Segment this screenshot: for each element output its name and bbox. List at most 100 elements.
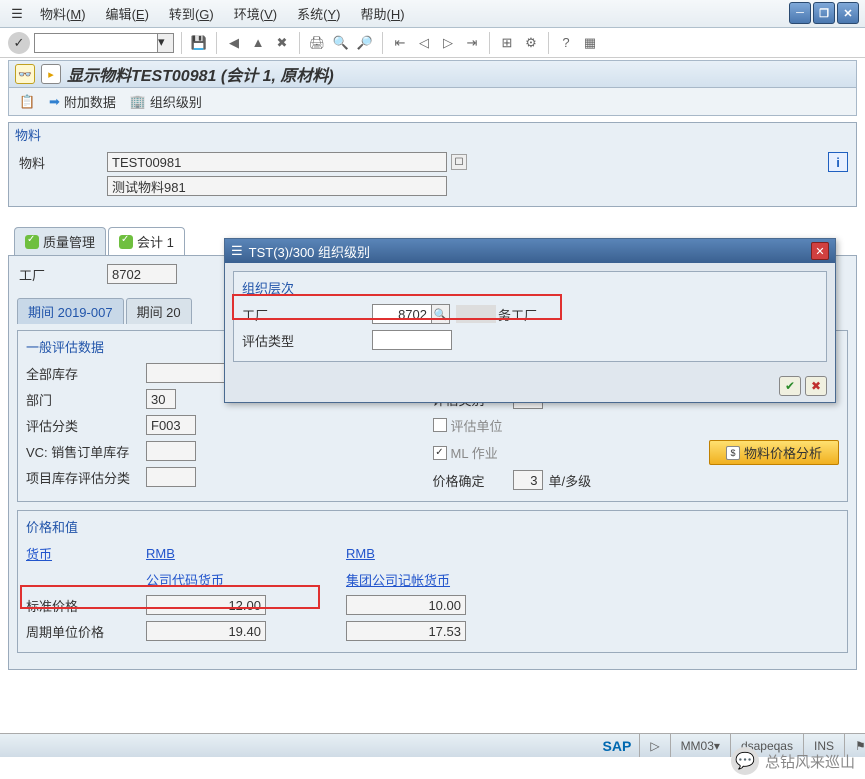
menu-help[interactable]: 帮助(H) [351, 1, 415, 26]
period-price-1-field: 19.40 [146, 621, 266, 641]
price-det-text: 单/多级 [549, 471, 592, 490]
total-stock-label: 全部库存 [26, 364, 146, 383]
main-toolbar: ✓ ▾ 💾 ◀ ▲ ✖ 🖨 🔍 🔎 ⇤ ◁ ▷ ⇥ ⊞ ⚙ ? ▦ [0, 28, 865, 58]
sub-toolbar: 📋 ➡附加数据 🏢组织级别 [8, 88, 857, 116]
command-field[interactable]: ▾ [34, 33, 174, 53]
dialog-cancel-button[interactable]: ✖ [805, 376, 827, 396]
wechat-watermark: 💬 总钻风来巡山 [731, 747, 855, 775]
find-icon[interactable]: 🔍 [331, 33, 351, 53]
dept-label: 部门 [26, 390, 146, 409]
group-currency-link[interactable]: 集团公司记帐货币 [346, 570, 496, 589]
price-title: 价格和值 [26, 517, 839, 536]
last-page-icon[interactable]: ⇥ [462, 33, 482, 53]
menu-material[interactable]: 物料(M) [30, 1, 96, 26]
find-next-icon[interactable]: 🔎 [355, 33, 375, 53]
val-unit-label: 评估单位 [451, 416, 503, 435]
period-price-label: 周期单位价格 [26, 622, 146, 641]
exit-icon[interactable]: ▲ [248, 33, 268, 53]
dialog-plant-desc: 务工厂 [498, 305, 537, 324]
company-currency-link[interactable]: 公司代码货币 [146, 570, 296, 589]
org-level-dialog: ☰ TST(3)/300 组织级别 ✕ 组织层次 工厂 8702 🔍 务工厂 评… [224, 238, 836, 403]
dialog-title: TST(3)/300 组织级别 [249, 242, 370, 261]
val-unit-checkbox [433, 418, 447, 432]
dialog-header: ☰ TST(3)/300 组织级别 ✕ [225, 239, 835, 263]
price-analysis-icon: $ [726, 446, 740, 460]
material-groupbox: 物料 物料 TEST00981 ☐ i 测试物料981 [8, 122, 857, 207]
dialog-plant-field[interactable]: 8702 [372, 304, 432, 324]
next-page-icon[interactable]: ▷ [438, 33, 458, 53]
std-price-2-field: 10.00 [346, 595, 466, 615]
dialog-plant-search-icon[interactable]: 🔍 [432, 304, 450, 324]
window-minimize-button[interactable]: ─ [789, 2, 811, 24]
help-icon[interactable]: ? [556, 33, 576, 53]
vc-sales-stock-label: VC: 销售订单库存 [26, 442, 146, 461]
menu-system[interactable]: 系统(Y) [287, 1, 350, 26]
dialog-valtype-field[interactable] [372, 330, 452, 350]
shortcut-icon[interactable]: ⚙ [521, 33, 541, 53]
tab-accounting1[interactable]: 会计 1 [108, 227, 185, 255]
val-class-field: F003 [146, 415, 196, 435]
proj-stock-val-label: 项目库存评估分类 [26, 468, 146, 487]
print-icon[interactable]: 🖨 [307, 33, 327, 53]
period-tab-2[interactable]: 期间 20 [126, 298, 192, 324]
menu-env[interactable]: 环境(V) [224, 1, 287, 26]
org-level-button[interactable]: 🏢组织级别 [126, 90, 206, 113]
material-desc-field[interactable]: 测试物料981 [107, 176, 447, 196]
dialog-plant-label: 工厂 [242, 305, 372, 324]
display-mode-icon: 👓 [15, 64, 35, 84]
ml-label: ML 作业 [451, 443, 498, 462]
std-price-label: 标准价格 [26, 596, 146, 615]
price-det-field: 3 [513, 470, 543, 490]
clipboard-button[interactable]: 📋 [15, 92, 39, 112]
ml-checkbox: ✓ [433, 446, 447, 460]
dialog-footer: ✔ ✖ [225, 370, 835, 402]
plant-field[interactable]: 8702 [107, 264, 177, 284]
status-server: ▷ [639, 734, 669, 757]
dialog-ok-button[interactable]: ✔ [779, 376, 801, 396]
enter-button[interactable]: ✓ [8, 32, 30, 54]
vc-field [146, 441, 196, 461]
window-restore-button[interactable]: ❐ [813, 2, 835, 24]
price-analysis-button[interactable]: $物料价格分析 [709, 440, 839, 465]
material-search-help-icon[interactable]: ☐ [451, 154, 467, 170]
menu-goto[interactable]: 转到(G) [159, 1, 224, 26]
wechat-icon: 💬 [731, 747, 759, 775]
period-tab-1[interactable]: 期间 2019-007 [17, 298, 124, 324]
menu-dropdown-icon[interactable]: ☰ [8, 5, 26, 23]
dialog-plant-blur [456, 305, 496, 323]
plant-label: 工厂 [17, 265, 107, 284]
currency-label[interactable]: 货币 [26, 544, 146, 563]
layout-icon[interactable]: ▦ [580, 33, 600, 53]
val-class-label: 评估分类 [26, 416, 146, 435]
std-price-1-field: 12.00 [146, 595, 266, 615]
status-tcode: MM03 ▾ [670, 734, 730, 757]
folder-icon: ▸ [41, 64, 61, 84]
currency-2[interactable]: RMB [346, 546, 496, 561]
currency-1[interactable]: RMB [146, 546, 296, 561]
new-session-icon[interactable]: ⊞ [497, 33, 517, 53]
material-code-field[interactable]: TEST00981 [107, 152, 447, 172]
cancel-icon[interactable]: ✖ [272, 33, 292, 53]
wechat-text: 总钻风来巡山 [765, 751, 855, 772]
dialog-valtype-label: 评估类型 [242, 331, 372, 350]
tab-quality[interactable]: 质量管理 [14, 227, 106, 255]
page-title: 显示物料TEST00981 (会计 1, 原材料) [67, 62, 334, 86]
prev-page-icon[interactable]: ◁ [414, 33, 434, 53]
info-icon[interactable]: i [828, 152, 848, 172]
additional-data-button[interactable]: ➡附加数据 [45, 90, 120, 113]
material-group-title: 物料 [9, 123, 856, 146]
save-icon[interactable]: 💾 [189, 33, 209, 53]
menu-bar: ☰ 物料(M) 编辑(E) 转到(G) 环境(V) 系统(Y) 帮助(H) [0, 0, 865, 28]
org-hierarchy-group: 组织层次 工厂 8702 🔍 务工厂 评估类型 [233, 271, 827, 362]
price-det-label: 价格确定 [433, 471, 513, 490]
org-hierarchy-title: 组织层次 [242, 278, 818, 297]
dialog-menu-icon[interactable]: ☰ [231, 243, 243, 259]
window-close-button[interactable]: ✕ [837, 2, 859, 24]
dialog-close-button[interactable]: ✕ [811, 242, 829, 260]
proj-field [146, 467, 196, 487]
menu-edit[interactable]: 编辑(E) [96, 1, 159, 26]
first-page-icon[interactable]: ⇤ [390, 33, 410, 53]
sap-logo: SAP [603, 738, 632, 754]
back-icon[interactable]: ◀ [224, 33, 244, 53]
price-groupbox: 价格和值 货币 RMB RMB 公司代码货币 集团公司记帐货币 标准价格 12.… [17, 510, 848, 653]
